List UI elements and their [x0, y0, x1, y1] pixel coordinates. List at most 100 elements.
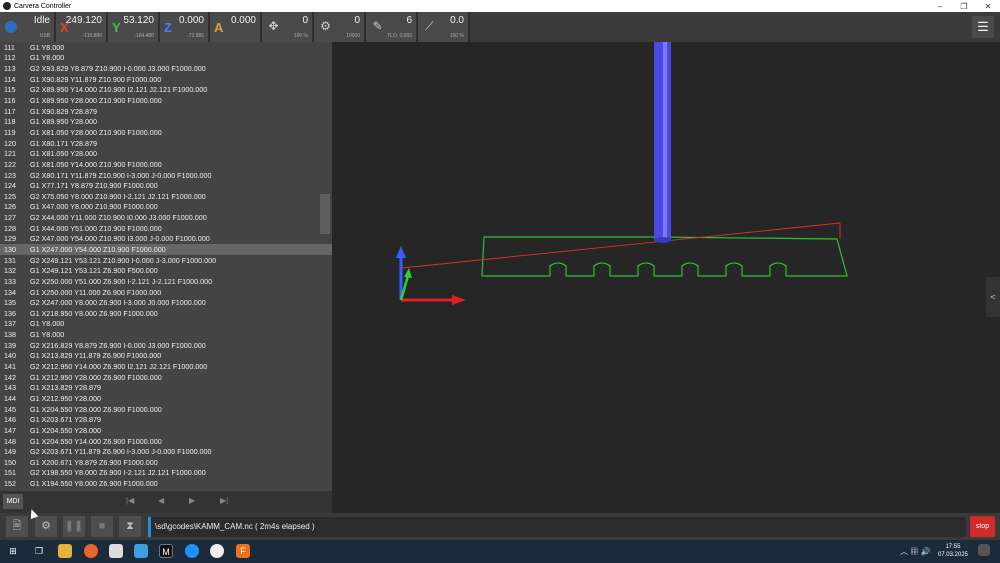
gcode-line[interactable]: 128 G1 X44.000 Y51.000 Z10.900 F1000.000: [0, 223, 332, 234]
y-axis-label: Y: [112, 20, 121, 35]
feed-cell[interactable]: ✥ 0 100 %: [262, 12, 314, 42]
stop-square-icon[interactable]: ■: [91, 516, 113, 537]
gcode-line[interactable]: 119 G1 X81.050 Y28.000 Z10.900 F1000.000: [0, 127, 332, 138]
settings-icon[interactable]: ⚙: [35, 516, 57, 537]
gcode-line[interactable]: 112 G1 Y8.000: [0, 53, 332, 64]
gcode-line-number: 122: [4, 159, 16, 169]
gcode-line[interactable]: 123 G2 X80.171 Y11.879 Z10.900 I-3.000 J-…: [0, 170, 332, 181]
app-icon-4[interactable]: [185, 544, 199, 558]
gcode-line[interactable]: 113 G2 X93.829 Y8.879 Z10.900 I-0.000 J3.…: [0, 63, 332, 74]
axis-z-arrow: [396, 246, 406, 258]
gcode-line[interactable]: 144 G1 X212.950 Y28.000: [0, 393, 332, 404]
gcode-line[interactable]: 136 G1 X218.950 Y8.000 Z6.900 F1000.000: [0, 308, 332, 319]
task-view-icon[interactable]: ❐: [32, 544, 46, 558]
hourglass-icon[interactable]: ⧗: [119, 516, 141, 537]
menu-icon[interactable]: ☰: [972, 16, 994, 38]
gcode-line[interactable]: 122 G1 X81.050 Y14.000 Z10.900 F1000.000: [0, 159, 332, 170]
connection-type: USB: [39, 33, 50, 39]
minimize-button[interactable]: –: [928, 2, 952, 11]
y-position-cell[interactable]: Y 53.120 -184.480: [108, 12, 160, 42]
close-button[interactable]: ✕: [976, 2, 1000, 11]
gcode-line[interactable]: 124 G1 X77.171 Y8.879 Z10.900 F1000.000: [0, 180, 332, 191]
gcode-line[interactable]: 121 G1 X81.050 Y28.000: [0, 148, 332, 159]
gcode-line[interactable]: 134 G1 X250.000 Y11.000 Z6.900 F1000.000: [0, 287, 332, 298]
gcode-line-number: 129: [4, 234, 16, 244]
gcode-line-number: 144: [4, 393, 16, 403]
file-explorer-icon[interactable]: [58, 544, 72, 558]
gcode-line[interactable]: 125 G2 X75.050 Y8.000 Z10.900 I-2.121 J2.…: [0, 191, 332, 202]
first-line-icon[interactable]: |◀: [126, 496, 134, 505]
gcode-line[interactable]: 120 G1 X80.171 Y28.879: [0, 138, 332, 149]
chrome-icon[interactable]: [210, 544, 224, 558]
a-position-cell[interactable]: A 0.000: [210, 12, 262, 42]
gcode-line[interactable]: 139 G2 X216.829 Y8.879 Z6.900 I-0.000 J3.…: [0, 340, 332, 351]
app-icon-2[interactable]: [134, 544, 148, 558]
gcode-line[interactable]: 150 G1 X200.671 Y8.879 Z6.900 F1000.000: [0, 457, 332, 468]
gcode-line-number: 141: [4, 362, 16, 372]
machine-state-cell[interactable]: Idle USB: [0, 12, 56, 42]
gcode-line[interactable]: 149 G2 X203.671 Y11.879 Z6.900 I-3.000 J-…: [0, 446, 332, 457]
app-icon-5[interactable]: F: [236, 544, 250, 558]
file-icon[interactable]: 🗎: [6, 516, 28, 537]
gcode-line[interactable]: 130 G1 X247.000 Y54.000 Z10.900 F1000.000: [0, 244, 332, 255]
last-line-icon[interactable]: ▶|: [220, 496, 228, 505]
app-icon-3[interactable]: M: [159, 544, 173, 558]
z-position-cell[interactable]: Z 0.000 -73.986: [160, 12, 210, 42]
emergency-stop-button[interactable]: stop: [970, 516, 995, 537]
gcode-line[interactable]: 141 G2 X212.950 Y14.000 Z6.900 I2.121 J2.…: [0, 361, 332, 372]
gcode-line[interactable]: 126 G1 X47.000 Y8.000 Z10.900 F1000.000: [0, 202, 332, 213]
gcode-list[interactable]: 111 G1 Y8.000 112 G1 Y8.000 113 G2 X93.829 Y8…: [0, 42, 332, 491]
gcode-line[interactable]: 142 G1 X212.950 Y28.000 Z6.900 F1000.000: [0, 372, 332, 383]
gcode-line[interactable]: 129 G2 X47.000 Y54.000 Z10.900 I3.000 J-0…: [0, 234, 332, 245]
toolpath-viewport[interactable]: <: [332, 42, 1000, 513]
notification-icon[interactable]: [978, 544, 990, 556]
gcode-line[interactable]: 146 G1 X203.671 Y28.879: [0, 414, 332, 425]
gcode-line[interactable]: 148 G1 X204.550 Y14.000 Z6.900 F1000.000: [0, 436, 332, 447]
gcode-line-number: 147: [4, 425, 16, 435]
feed-override: 100 %: [293, 33, 308, 39]
laser-cell[interactable]: ⟋ 0.0 100 %: [418, 12, 470, 42]
pause-icon[interactable]: ❚❚: [63, 516, 85, 537]
gcode-line[interactable]: 133 G2 X250.000 Y51.000 Z6.900 I-2.121 J-…: [0, 276, 332, 287]
windows-start-icon[interactable]: ⊞: [6, 544, 20, 558]
app-icon: [3, 2, 11, 10]
spindle-cell[interactable]: ⚙ 0 10000: [314, 12, 366, 42]
gcode-line[interactable]: 135 G2 X247.000 Y8.000 Z6.900 I-3.000 J0.…: [0, 297, 332, 308]
gcode-line-number: 123: [4, 170, 16, 180]
tool-cell[interactable]: ✎ 6 TLO: 0.000: [366, 12, 418, 42]
gcode-line-number: 134: [4, 287, 16, 297]
gcode-line[interactable]: 152 G1 X194.550 Y8.000 Z6.900 F1000.000: [0, 478, 332, 489]
gcode-line[interactable]: 114 G1 X90.829 Y11.879 Z10.900 F1000.000: [0, 74, 332, 85]
laser-override: 100 %: [449, 33, 464, 39]
app-icon-1[interactable]: [109, 544, 123, 558]
gcode-line-number: 112: [4, 53, 16, 63]
firefox-icon[interactable]: [84, 544, 98, 558]
gcode-scrollbar[interactable]: [320, 194, 330, 234]
gcode-line[interactable]: 118 G1 X89.950 Y28.000: [0, 116, 332, 127]
gcode-line[interactable]: 127 G2 X44.000 Y11.000 Z10.900 I0.000 J3.…: [0, 212, 332, 223]
toolpath-canvas[interactable]: [332, 42, 1000, 513]
clock[interactable]: 17:55 07.03.2025: [938, 543, 968, 559]
gcode-line[interactable]: 131 G2 X249.121 Y53.121 Z10.900 I-0.000 J…: [0, 255, 332, 266]
gcode-line[interactable]: 115 G2 X89.950 Y14.000 Z10.900 I2.121 J2.…: [0, 85, 332, 96]
x-position-cell[interactable]: X 249.120 -110.880: [56, 12, 108, 42]
gcode-line[interactable]: 151 G2 X198.550 Y8.000 Z6.900 I-2.121 J2.…: [0, 468, 332, 479]
side-panel-toggle[interactable]: <: [986, 277, 1000, 317]
gcode-line[interactable]: 111 G1 Y8.000: [0, 42, 332, 53]
gcode-line[interactable]: 137 G1 Y8.000: [0, 319, 332, 330]
axis-x-arrow: [452, 295, 466, 305]
gcode-line[interactable]: 116 G1 X89.950 Y28.000 Z10.900 F1000.000: [0, 95, 332, 106]
gcode-line[interactable]: 132 G1 X249.121 Y53.121 Z6.900 F500.000: [0, 265, 332, 276]
gcode-line[interactable]: 117 G1 X90.829 Y28.879: [0, 106, 332, 117]
prev-line-icon[interactable]: ◀: [158, 496, 164, 505]
system-tray-icons[interactable]: ︿ ▦ 🔊: [900, 546, 930, 557]
gcode-line[interactable]: 140 G1 X213.829 Y11.879 Z6.900 F1000.000: [0, 351, 332, 362]
next-line-icon[interactable]: ▶: [189, 496, 195, 505]
gcode-line[interactable]: 145 G1 X204.550 Y28.000 Z6.900 F1000.000: [0, 404, 332, 415]
gcode-line[interactable]: 138 G1 Y8.000: [0, 329, 332, 340]
gcode-line[interactable]: 147 G1 X204.550 Y28.000: [0, 425, 332, 436]
gcode-line-code: G2 X212.950 Y14.000 Z6.900 I2.121 J2.121…: [30, 362, 208, 372]
mdi-button[interactable]: MDI: [3, 494, 23, 509]
gcode-line[interactable]: 143 G1 X213.829 Y28.879: [0, 383, 332, 394]
maximize-button[interactable]: ❐: [952, 2, 976, 11]
